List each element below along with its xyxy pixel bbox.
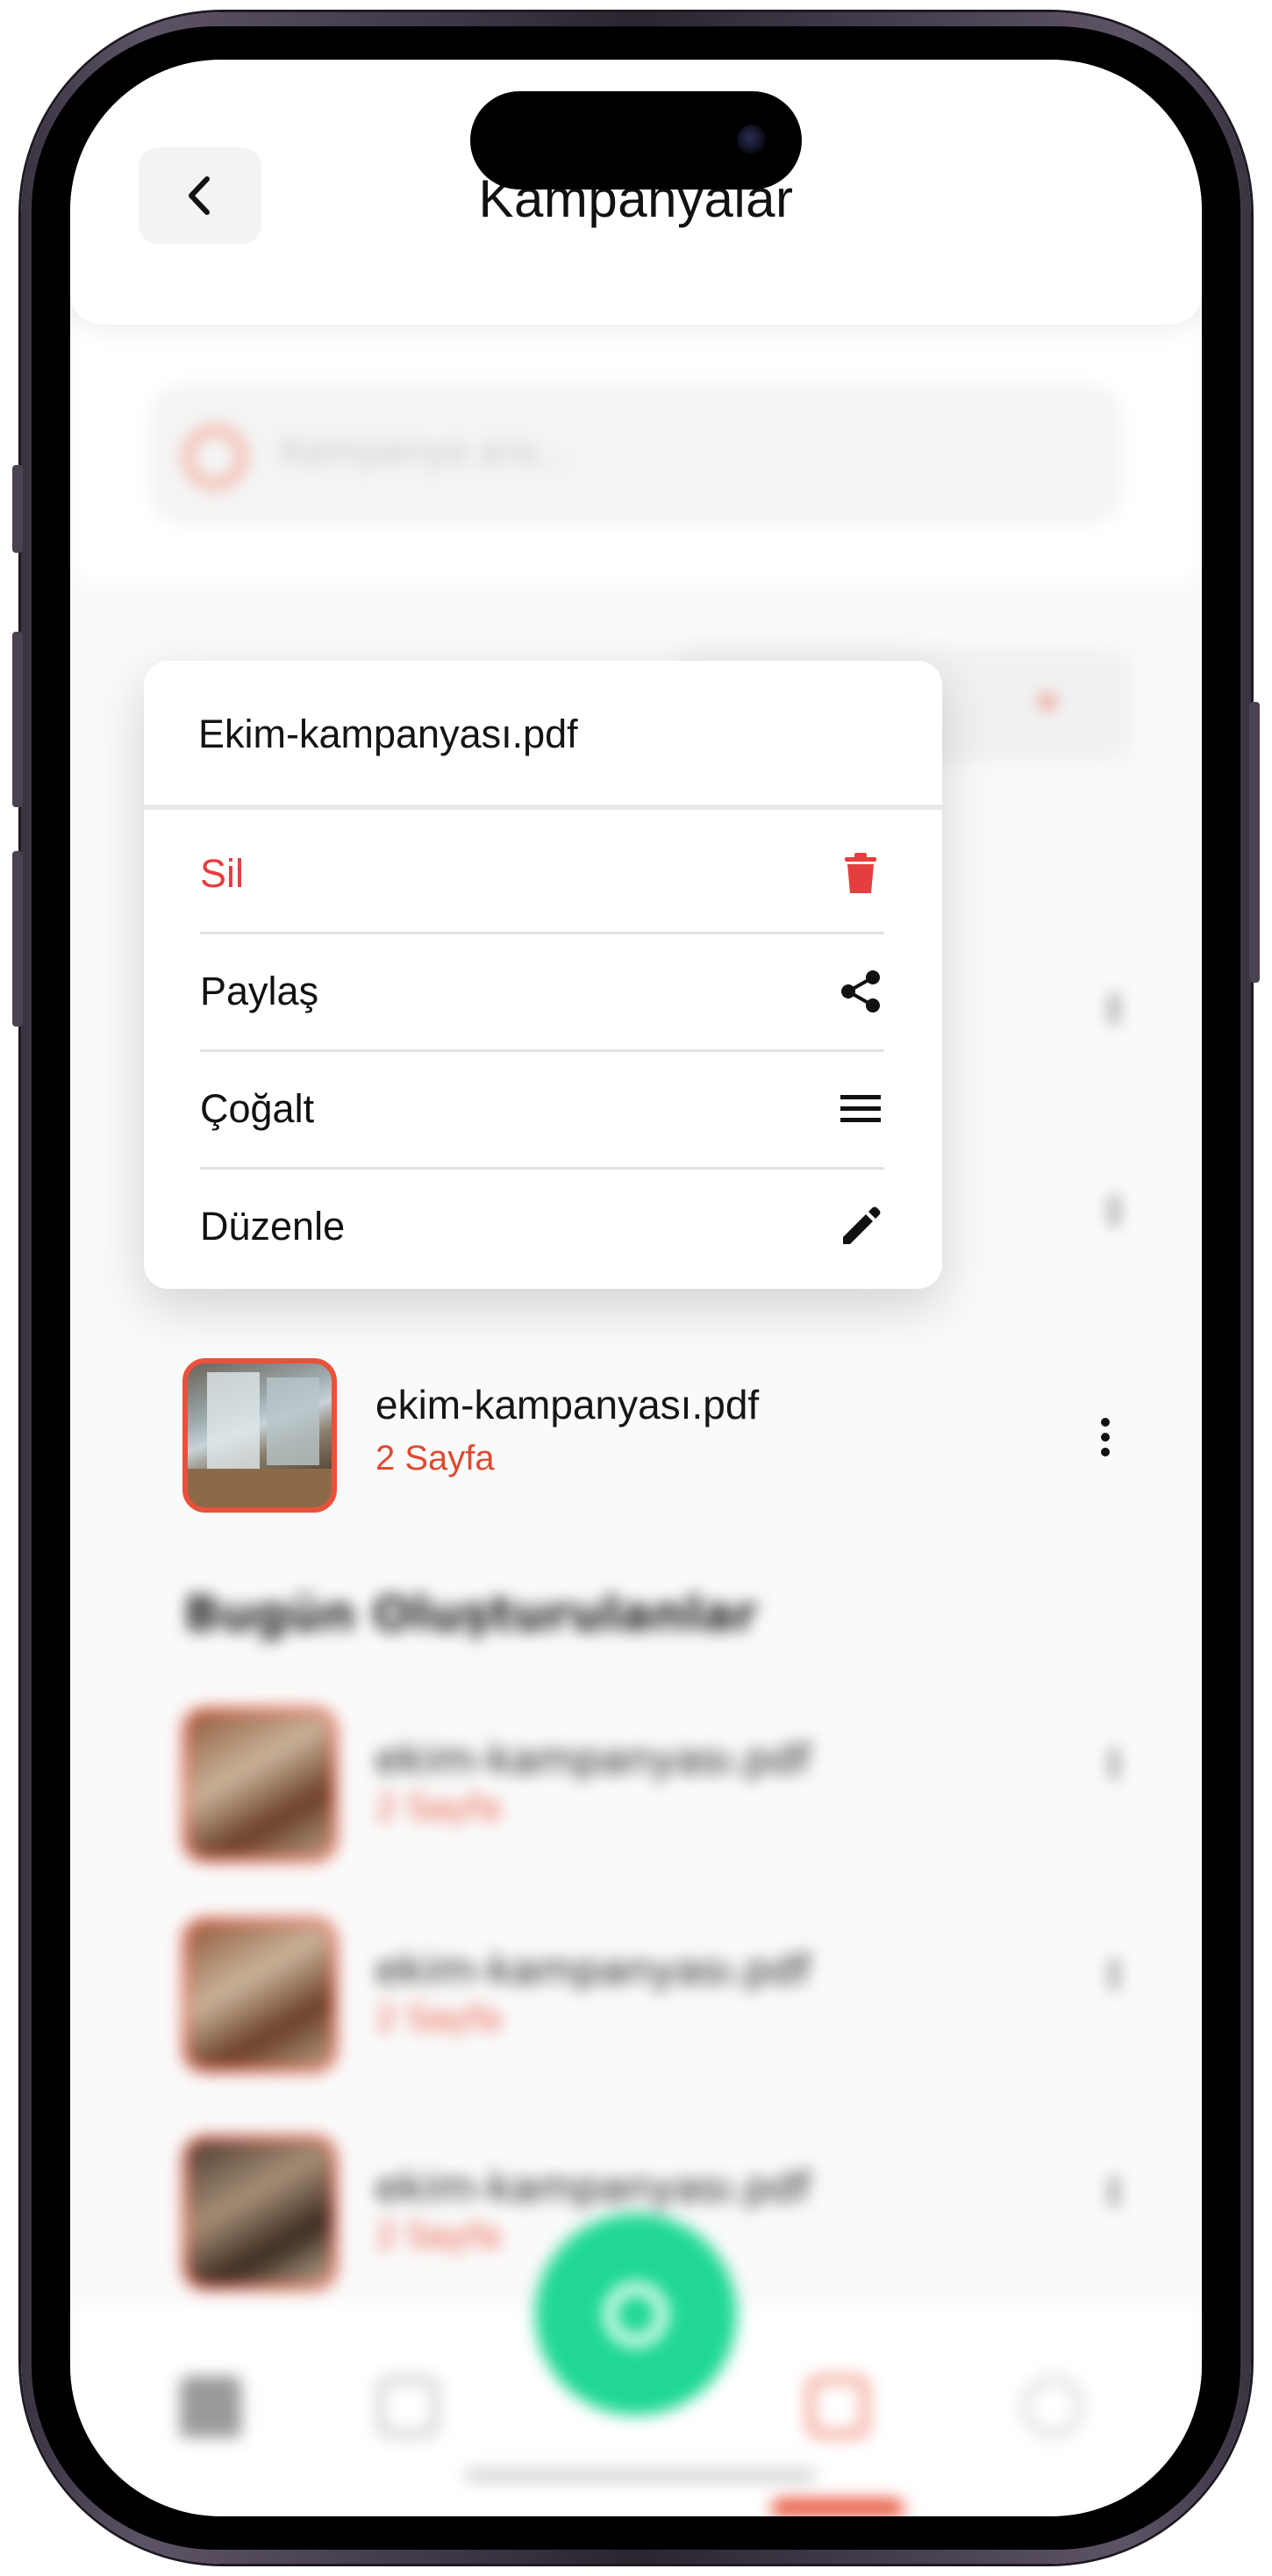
search-icon [184, 426, 246, 488]
chevron-left-icon [189, 176, 210, 215]
more-options-icon[interactable]: ⋮ [1097, 1955, 1132, 1995]
section-title: Bugün Oluşturulanlar [184, 1586, 758, 1642]
menu-item-edit[interactable]: Düzenle [200, 1168, 884, 1284]
search-placeholder: Kampanya ara... [281, 432, 569, 472]
menu-item-duplicate[interactable]: Çoğalt [200, 1050, 884, 1170]
menu-item-label: Çoğalt [200, 1085, 315, 1131]
active-tab-indicator [772, 2499, 904, 2516]
share-icon [837, 968, 884, 1015]
pencil-icon [837, 1203, 884, 1250]
menu-item-label: Paylaş [200, 968, 319, 1013]
back-button[interactable] [139, 147, 261, 244]
file-name: ekim-kampanyası.pdf [375, 1946, 811, 1993]
home-indicator [465, 2469, 816, 2481]
menu-file-name: Ekim-kampanyası.pdf [198, 712, 578, 756]
chevron-down-icon: ▾ [1040, 684, 1056, 720]
mute-switch [12, 465, 23, 553]
camera-icon [737, 125, 767, 154]
file-thumbnail[interactable] [182, 1707, 337, 1862]
file-pages: 2 Sayfa [375, 1999, 501, 2037]
file-name: ekim-kampanyası.pdf [375, 1735, 811, 1783]
file-name: ekim-kampanyası.pdf [375, 2164, 811, 2211]
more-options-icon[interactable] [1079, 1393, 1132, 1481]
menu-item-label: Sil [200, 850, 245, 896]
trash-icon [837, 850, 884, 898]
file-thumbnail[interactable] [182, 1918, 337, 2072]
context-menu: Ekim-kampanyası.pdf Sil Paylaş Çoğalt Dü… [144, 661, 942, 1289]
app-screen: Kampanya ara... ▾ ⋮ ⋮ Bugün Oluşturulanl… [70, 60, 1202, 2516]
menu-header: Ekim-kampanyası.pdf [144, 661, 942, 810]
plus-icon [604, 2282, 668, 2347]
menu-item-delete[interactable]: Sil [200, 815, 884, 934]
menu-lines-icon [837, 1085, 884, 1133]
profile-icon[interactable] [1022, 2376, 1083, 2437]
file-pages: 2 Sayfa [375, 2216, 501, 2255]
create-fab-button[interactable] [535, 2214, 737, 2415]
file-name: ekim-kampanyası.pdf [375, 1382, 760, 1428]
volume-up-button [12, 632, 23, 807]
home-icon[interactable] [180, 2376, 241, 2437]
file-thumbnail[interactable] [182, 2136, 337, 2290]
dynamic-island [470, 91, 802, 190]
campaigns-icon[interactable] [807, 2376, 868, 2437]
more-options-icon[interactable]: ⋮ [1097, 2172, 1132, 2213]
more-options-icon[interactable]: ⋮ [1097, 1191, 1132, 1232]
menu-item-share[interactable]: Paylaş [200, 933, 884, 1052]
power-button [1249, 702, 1260, 983]
volume-down-button [12, 851, 23, 1027]
more-options-icon[interactable]: ⋮ [1097, 1744, 1132, 1785]
file-pages: 2 Sayfa [375, 1439, 495, 1478]
menu-item-label: Düzenle [200, 1203, 346, 1249]
more-options-icon[interactable]: ⋮ [1097, 990, 1132, 1030]
file-thumbnail[interactable] [182, 1358, 337, 1513]
file-pages: 2 Sayfa [375, 1788, 501, 1827]
documents-icon[interactable] [377, 2376, 439, 2437]
